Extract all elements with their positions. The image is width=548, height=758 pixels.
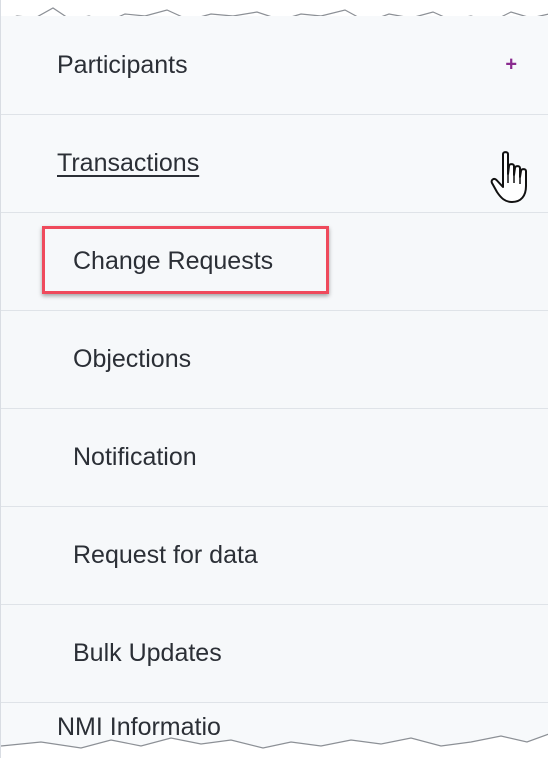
torn-edge-bottom (1, 733, 548, 758)
plus-icon[interactable]: + (505, 54, 517, 77)
submenu-item-label: Objections (73, 345, 192, 373)
menu-item-transactions[interactable]: Transactions (1, 115, 548, 213)
submenu-item-label: Bulk Updates (73, 639, 222, 667)
menu-item-participants[interactable]: Participants + (1, 16, 548, 115)
submenu-item-notification[interactable]: Notification (1, 409, 548, 507)
highlight-box (42, 226, 329, 294)
submenu-item-label: Notification (73, 443, 197, 471)
side-navigation-menu: Participants + Transactions Change Reque… (0, 0, 548, 758)
submenu-item-label: Request for data (73, 541, 258, 569)
submenu-item-bulk-updates[interactable]: Bulk Updates (1, 605, 548, 703)
menu-item-participants-label: Participants (57, 50, 188, 79)
menu-item-transactions-label: Transactions (57, 149, 200, 177)
hand-pointer-icon (490, 151, 527, 203)
submenu-item-objections[interactable]: Objections (1, 311, 548, 409)
submenu-item-request-for-data[interactable]: Request for data (1, 507, 548, 605)
